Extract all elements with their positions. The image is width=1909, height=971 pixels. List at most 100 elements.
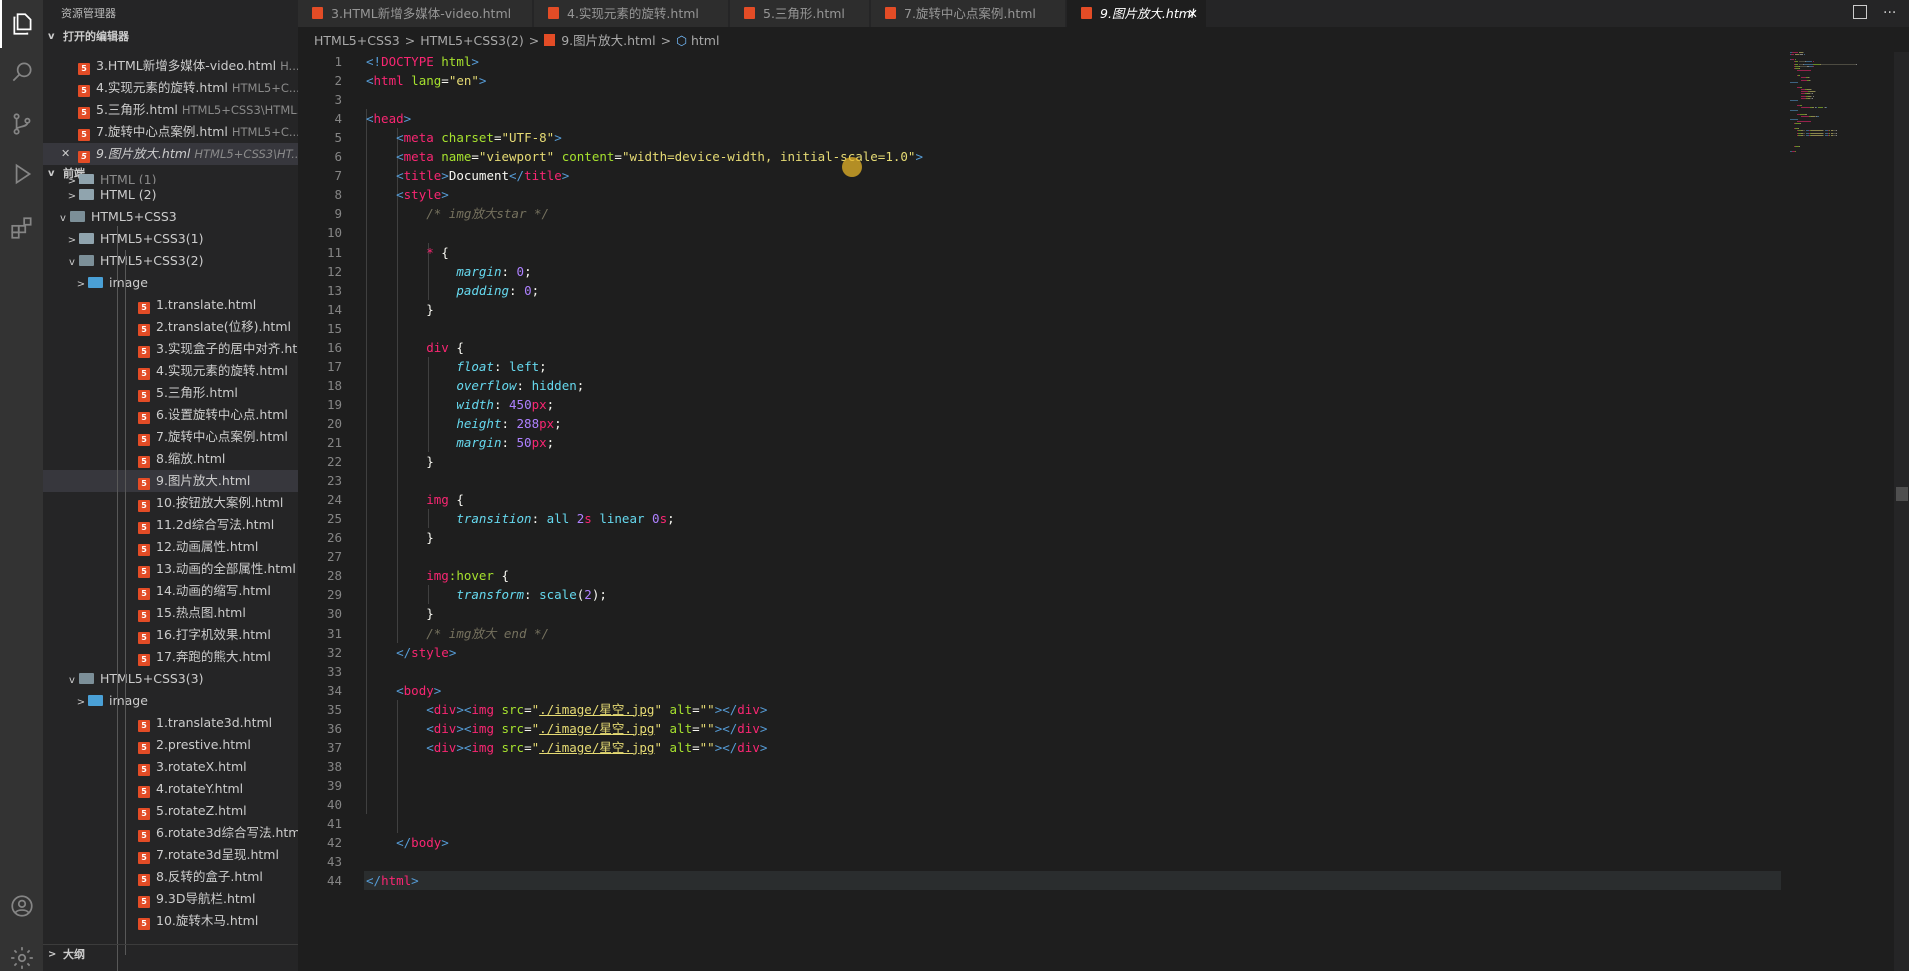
html5-file-icon: 5 xyxy=(78,85,90,97)
file-item[interactable]: 5 11.2d综合写法.html xyxy=(43,514,298,536)
file-item[interactable]: 5 15.热点图.html xyxy=(43,602,298,624)
file-item[interactable]: 5 9.图片放大.html xyxy=(43,470,298,492)
folder-item[interactable]: v HTML5+CSS3(3) xyxy=(43,668,298,690)
folder-item[interactable]: > HTML (1) xyxy=(43,174,298,184)
minimap-line xyxy=(1835,134,1837,136)
file-item[interactable]: 5 14.动画的缩写.html xyxy=(43,580,298,602)
file-item[interactable]: 5 2.prestive.html xyxy=(43,734,298,756)
file-item[interactable]: 5 3.rotateX.html xyxy=(43,756,298,778)
line-number: 37 xyxy=(326,739,342,755)
line-number: 25 xyxy=(326,511,342,527)
code-line: </body> xyxy=(396,835,449,851)
folder-item[interactable]: > image xyxy=(43,272,298,294)
html5-file-icon: 5 xyxy=(78,63,90,75)
open-editor-item[interactable]: 5 4.实现元素的旋转.html HTML5+C... xyxy=(43,77,298,99)
file-item[interactable]: 5 13.动画的全部属性.html xyxy=(43,558,298,580)
outline-label: 大纲 xyxy=(63,948,85,961)
tree-item-label: 11.2d综合写法.html xyxy=(156,517,275,532)
file-item[interactable]: 5 6.设置旋转中心点.html xyxy=(43,404,298,426)
close-icon[interactable]: ✕ xyxy=(61,143,70,165)
close-icon[interactable]: ✕ xyxy=(1188,0,1198,27)
chevron-right-icon: > xyxy=(76,279,86,290)
chevron-down-icon: v xyxy=(60,213,66,224)
line-number: 22 xyxy=(326,454,342,470)
file-item[interactable]: 5 16.打字机效果.html xyxy=(43,624,298,646)
file-item[interactable]: 5 5.三角形.html xyxy=(43,382,298,404)
file-item[interactable]: 5 4.实现元素的旋转.html xyxy=(43,360,298,382)
file-item[interactable]: 5 5.rotateZ.html xyxy=(43,800,298,822)
split-editor-icon[interactable] xyxy=(1853,5,1867,19)
file-item[interactable]: 5 6.rotate3d综合写法.html xyxy=(43,822,298,844)
file-item[interactable]: 5 3.实现盒子的居中对齐.html xyxy=(43,338,298,360)
breadcrumb-item[interactable]: html xyxy=(691,33,719,48)
tree-item-label: 13.动画的全部属性.html xyxy=(156,561,296,576)
code-line: } xyxy=(366,606,434,622)
open-editor-item[interactable]: ✕ 5 9.图片放大.html HTML5+CSS3\HT... xyxy=(43,143,298,165)
file-item[interactable]: 5 10.按钮放大案例.html xyxy=(43,492,298,514)
file-item[interactable]: 5 1.translate3d.html xyxy=(43,712,298,734)
open-editor-path: HTML5+CSS3\HT... xyxy=(194,147,298,161)
file-item[interactable]: 5 2.translate(位移).html xyxy=(43,316,298,338)
file-item[interactable]: 5 12.动画属性.html xyxy=(43,536,298,558)
file-item[interactable]: 5 7.rotate3d呈现.html xyxy=(43,844,298,866)
open-editor-name: 7.旋转中心点案例.html xyxy=(96,124,228,139)
element-icon: ⬡ xyxy=(676,33,691,48)
tab-2[interactable]: 4.实现元素的旋转.html xyxy=(534,0,729,27)
tree-item-label: HTML5+CSS3(2) xyxy=(100,253,204,268)
extensions-icon[interactable] xyxy=(0,204,43,252)
minimap-line xyxy=(1794,61,1799,63)
search-icon[interactable] xyxy=(0,48,43,96)
folder-item[interactable]: > HTML5+CSS3(1) xyxy=(43,228,298,250)
minimap[interactable] xyxy=(1790,52,1894,172)
minimap-line xyxy=(1800,107,1810,109)
tab-4[interactable]: 7.旋转中心点案例.html xyxy=(871,0,1066,27)
folder-item[interactable]: > image xyxy=(43,690,298,712)
tree-item-label: 7.旋转中心点案例.html xyxy=(156,429,288,444)
folder-item[interactable]: > HTML (2) xyxy=(43,184,298,206)
folder-item[interactable]: v HTML5+CSS3 xyxy=(43,206,298,228)
explorer-title: 资源管理器 xyxy=(61,7,116,20)
open-editor-item[interactable]: 5 3.HTML新增多媒体-video.html H... xyxy=(43,55,298,77)
file-item[interactable]: 5 1.translate.html xyxy=(43,294,298,316)
tab-1[interactable]: 3.HTML新增多媒体-video.html xyxy=(298,0,533,27)
open-editor-item[interactable]: 5 7.旋转中心点案例.html HTML5+C... xyxy=(43,121,298,143)
breadcrumb-item[interactable]: HTML5+CSS3 xyxy=(314,33,400,48)
code-editor[interactable]: 1 <!DOCTYPE html> 2 <html lang="en"> 3 4 <head… xyxy=(298,52,1909,971)
more-actions-icon[interactable]: ··· xyxy=(1883,0,1896,27)
file-item[interactable]: 5 10.旋转木马.html xyxy=(43,910,298,932)
minimap-line xyxy=(1802,132,1806,134)
html5-file-icon: 5 xyxy=(138,632,150,644)
file-item[interactable]: 5 4.rotateY.html xyxy=(43,778,298,800)
open-editor-item[interactable]: 5 5.三角形.html HTML5+CSS3\HTML... xyxy=(43,99,298,121)
tree-item-label: 5.三角形.html xyxy=(156,385,238,400)
source-control-icon[interactable] xyxy=(0,100,43,148)
minimap-line xyxy=(1797,70,1811,72)
tab-3[interactable]: 5.三角形.html xyxy=(730,0,870,27)
tree-item-label: 1.translate3d.html xyxy=(156,715,273,730)
outline-header[interactable]: > 大纲 xyxy=(43,944,298,964)
folder-item[interactable]: v HTML5+CSS3(2) xyxy=(43,250,298,272)
open-editors-header[interactable]: v 打开的编辑器 xyxy=(43,27,298,47)
run-debug-icon[interactable] xyxy=(0,150,43,198)
tab-5[interactable]: 9.图片放大.html ✕ xyxy=(1067,0,1207,27)
line-number: 31 xyxy=(326,625,342,641)
file-item[interactable]: 5 8.反转的盒子.html xyxy=(43,866,298,888)
html5-file-icon: 5 xyxy=(138,764,150,776)
html5-file-icon: 5 xyxy=(138,544,150,556)
chevron-down-icon: v xyxy=(69,257,75,268)
line-number: 4 xyxy=(334,111,342,127)
file-item[interactable]: 5 9.3D导航栏.html xyxy=(43,888,298,910)
vertical-scrollbar[interactable] xyxy=(1894,52,1909,971)
breadcrumb-item[interactable]: HTML5+CSS3(2) xyxy=(420,33,523,48)
account-icon[interactable] xyxy=(0,882,43,930)
line-number: 7 xyxy=(334,168,342,184)
file-item[interactable]: 5 17.奔跑的熊大.html xyxy=(43,646,298,668)
explorer-icon[interactable] xyxy=(0,0,43,48)
code-line: img:hover { xyxy=(426,568,510,584)
file-item[interactable]: 5 8.缩放.html xyxy=(43,448,298,470)
breadcrumb-item[interactable]: 9.图片放大.html xyxy=(561,33,655,48)
html5-file-icon: 5 xyxy=(138,610,150,622)
settings-gear-icon[interactable] xyxy=(0,934,43,971)
file-item[interactable]: 5 7.旋转中心点案例.html xyxy=(43,426,298,448)
line-number: 41 xyxy=(326,816,342,831)
